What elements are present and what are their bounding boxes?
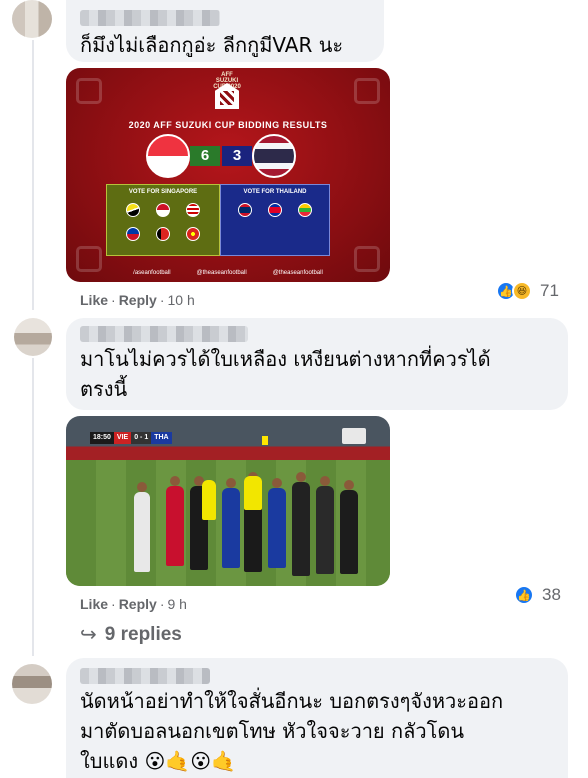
decorative-shape [76,246,102,272]
brunei-flag-icon [126,203,140,217]
image-title: 2020 AFF SUZUKI CUP BIDDING RESULTS [128,120,328,130]
reactions-summary[interactable]: 👍 38 [514,585,561,605]
vietnam-flag-icon [186,227,200,241]
indonesia-flag-icon [156,203,170,217]
decorative-shape [354,246,380,272]
avatar[interactable] [14,318,52,356]
emoji-sequence: 😮🤙😮🤙 [144,749,236,773]
author-name-blurred[interactable] [80,10,220,26]
player [268,478,286,568]
cambodia-flag-icon [268,203,282,217]
like-button[interactable]: Like [80,292,108,308]
staff [316,476,334,574]
player [134,482,150,572]
vote-thailand-box: VOTE FOR THAILAND [220,184,330,256]
view-replies-button[interactable]: ↪ 9 replies [80,622,182,647]
like-icon: 👍 [514,585,534,605]
comment-bubble: ก็มึงไม่เลือกกูอ่ะ ลีกกูมีVAR นะ [66,0,384,62]
philippines-flag-icon [126,227,140,241]
timestamp[interactable]: 9 h [167,596,186,612]
author-name-blurred[interactable] [80,326,248,342]
comment-image-bidding-results[interactable]: AFF SUZUKI CUP 2020 2020 AFF SUZUKI CUP … [66,68,390,282]
score-left: 6 [190,146,220,166]
comment-text: มาโนไม่ควรได้ใบเหลือง เหงียนต่างหากที่คว… [80,347,491,401]
reply-button[interactable]: Reply [119,292,157,308]
player [222,478,240,568]
malaysia-flag-icon [186,203,200,217]
comment-actions: Like · Reply · 9 h [80,596,187,612]
comment-bubble: มาโนไม่ควรได้ใบเหลือง เหงียนต่างหากที่คว… [66,318,568,410]
laos-flag-icon [238,203,252,217]
staff [340,480,358,574]
comment-text: ก็มึงไม่เลือกกูอ่ะ ลีกกูมีVAR นะ [80,33,344,57]
avatar[interactable] [12,0,52,38]
singapore-flag-icon [146,134,190,178]
score-right: 3 [222,146,252,166]
like-button[interactable]: Like [80,596,108,612]
referee-shirt [202,480,216,520]
yellow-card [262,436,268,445]
vote-singapore-box: VOTE FOR SINGAPORE [106,184,220,256]
avatar[interactable] [12,664,52,704]
comment-image-football-match[interactable]: 18:50 VIE 0 - 1 THA [66,416,390,586]
comment-actions: Like · Reply · 10 h [80,292,195,308]
timor-leste-flag-icon [156,227,170,241]
thailand-flag-icon [252,134,296,178]
scorebug: 18:50 VIE 0 - 1 THA [90,432,172,444]
decorative-shape [76,78,102,104]
reply-arrow-icon: ↪ [80,624,97,646]
thread-line [32,358,34,656]
comment-bubble: นัดหน้าอย่าทำให้ใจสั่นอีกนะ บอกตรงๆจังหว… [66,658,568,778]
reaction-count: 71 [540,281,559,300]
referee-shirt [244,476,262,510]
broadcast-logo [342,428,366,444]
thread-line [32,40,34,310]
myanmar-flag-icon [298,203,312,217]
social-links: /aseanfootball @theaseanfootball @thease… [133,270,323,276]
reply-button[interactable]: Reply [119,596,157,612]
decorative-shape [354,78,380,104]
haha-icon: 😆 [512,281,532,301]
timestamp[interactable]: 10 h [167,292,194,308]
author-name-blurred[interactable] [80,668,210,684]
aff-logo: AFF SUZUKI CUP 2020 [212,72,242,112]
player [166,476,184,566]
reaction-count: 38 [542,585,561,604]
reactions-summary[interactable]: 👍 😆 71 [496,281,559,301]
comment-text: นัดหน้าอย่าทำให้ใจสั่นอีกนะ บอกตรงๆจังหว… [80,689,504,773]
staff [292,472,310,576]
